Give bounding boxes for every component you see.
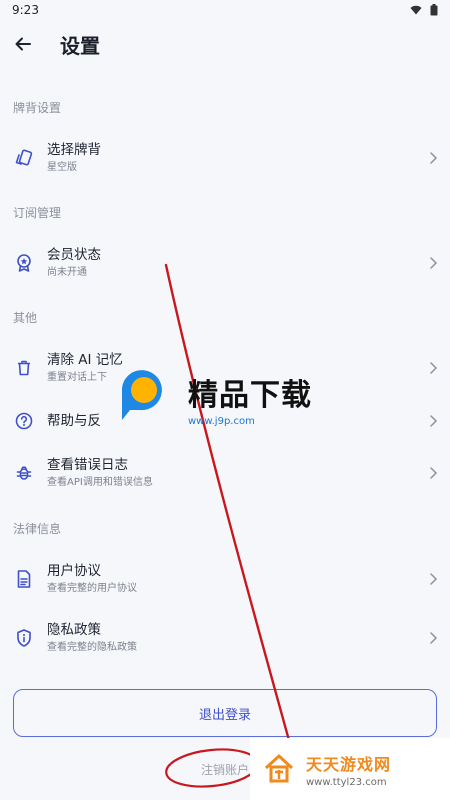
watermark-logo-icon <box>122 370 162 420</box>
row-title: 用户协议 <box>47 562 101 579</box>
row-title: 会员状态 <box>47 246 101 263</box>
award-badge-icon <box>17 254 31 272</box>
back-button[interactable] <box>0 20 46 68</box>
document-icon <box>17 570 31 588</box>
watermark-corner-url: www.ttyl23.com <box>306 776 387 788</box>
row-title: 隐私政策 <box>47 621 101 638</box>
status-icons <box>410 4 438 16</box>
battery-icon <box>430 4 438 16</box>
section-label-cardback: 牌背设置 <box>13 101 62 115</box>
arrow-left-icon <box>15 37 31 51</box>
section-label-legal: 法律信息 <box>13 522 62 536</box>
row-user-agreement[interactable]: 用户协议 查看完整的用户协议 <box>0 550 450 608</box>
row-subtitle: 查看完整的隐私政策 <box>47 641 137 653</box>
row-subtitle: 尚未开通 <box>47 266 87 278</box>
chevron-right-icon <box>430 415 438 427</box>
row-error-log[interactable]: 查看错误日志 查看API调用和错误信息 <box>0 444 450 502</box>
clipped-row-remnant <box>70 68 160 74</box>
status-bar: 9:23 <box>0 0 450 20</box>
row-subtitle: 查看完整的用户协议 <box>47 582 137 594</box>
row-title: 选择牌背 <box>47 141 101 158</box>
app-bar: 设置 <box>0 20 450 68</box>
watermark-house-icon <box>264 754 294 783</box>
trash-icon <box>18 360 30 376</box>
watermark-center-url: www.j9p.com <box>188 415 255 427</box>
chevron-right-icon <box>430 632 438 644</box>
cards-icon <box>15 149 33 166</box>
chevron-right-icon <box>430 152 438 164</box>
row-privacy-policy[interactable]: 隐私政策 查看完整的隐私政策 <box>0 609 450 667</box>
page-title: 设置 <box>60 33 100 58</box>
bug-icon <box>16 466 32 480</box>
help-circle-icon <box>15 412 33 430</box>
watermark-center-title: 精品下载 <box>188 377 312 413</box>
row-select-cardback[interactable]: 选择牌背 星空版 <box>0 129 450 187</box>
row-title: 查看错误日志 <box>47 456 128 473</box>
row-membership-status[interactable]: 会员状态 尚未开通 <box>0 234 450 292</box>
chevron-right-icon <box>430 362 438 374</box>
shield-info-icon <box>17 629 31 647</box>
wifi-icon <box>410 5 422 15</box>
row-subtitle: 查看API调用和错误信息 <box>47 476 153 488</box>
chevron-right-icon <box>430 573 438 585</box>
chevron-right-icon <box>430 467 438 479</box>
section-label-subscription: 订阅管理 <box>13 206 62 220</box>
logout-button[interactable]: 退出登录 <box>13 689 437 737</box>
watermark-corner-title: 天天游戏网 <box>306 754 392 774</box>
section-label-other: 其他 <box>13 311 38 325</box>
watermark-corner: 天天游戏网 www.ttyl23.com <box>250 738 450 800</box>
status-time: 9:23 <box>12 3 39 17</box>
delete-account-label: 注销账户 <box>200 763 249 777</box>
watermark-center: 精品下载 www.j9p.com <box>100 358 360 438</box>
chevron-right-icon <box>430 257 438 269</box>
row-subtitle: 星空版 <box>47 161 77 173</box>
